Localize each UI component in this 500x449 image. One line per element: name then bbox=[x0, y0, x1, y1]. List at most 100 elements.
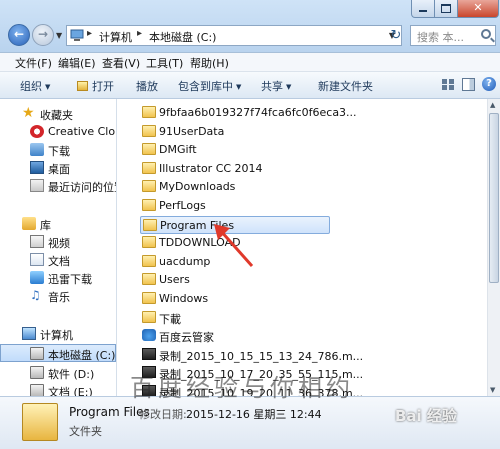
video-library-icon bbox=[30, 235, 44, 248]
open-button[interactable]: 打开 bbox=[77, 78, 114, 94]
menu-bar: 文件(F) 编辑(E) 查看(V) 工具(T) 帮助(H) bbox=[0, 53, 500, 72]
menu-help[interactable]: 帮助(H) bbox=[190, 55, 229, 71]
file-row[interactable]: Illustrator CC 2014 bbox=[140, 160, 330, 178]
file-name: Illustrator CC 2014 bbox=[159, 161, 263, 175]
file-row[interactable]: MyDownloads bbox=[140, 178, 330, 196]
folder-icon bbox=[142, 143, 156, 156]
drive-icon bbox=[30, 384, 44, 396]
nav-label: Creative Cloud bbox=[48, 125, 116, 138]
breadcrumb-drive-c[interactable]: 本地磁盘 (C:) bbox=[149, 29, 216, 45]
folder-open-icon bbox=[77, 81, 88, 91]
menu-file[interactable]: 文件(F) bbox=[15, 55, 52, 71]
file-row[interactable]: 91UserData bbox=[140, 123, 330, 141]
file-name: Windows bbox=[159, 292, 209, 305]
breadcrumb-computer[interactable]: 计算机 bbox=[99, 29, 132, 45]
folder-icon bbox=[142, 199, 156, 211]
nav-drive-c[interactable]: 本地磁盘 (C:) bbox=[0, 344, 116, 362]
file-row[interactable]: 录制_2015_10_15_15_13_24_786.m... bbox=[140, 346, 363, 364]
desktop-icon bbox=[30, 161, 44, 174]
nav-creative-cloud[interactable]: Creative Cloud bbox=[0, 123, 116, 141]
annotation-arrow bbox=[214, 224, 254, 267]
file-name: MyDownloads bbox=[159, 180, 236, 194]
vertical-scrollbar[interactable]: ▲ ▼ bbox=[487, 99, 500, 396]
nav-label: 最近访问的位置 bbox=[48, 181, 116, 194]
search-placeholder[interactable]: 搜索 本... bbox=[417, 29, 464, 45]
view-options-icon[interactable] bbox=[441, 78, 455, 91]
large-folder-icon bbox=[22, 403, 58, 441]
library-icon bbox=[22, 217, 36, 230]
documents-library-icon bbox=[30, 253, 44, 266]
nav-label: 计算机 bbox=[40, 329, 73, 342]
back-button[interactable]: ← bbox=[8, 24, 30, 46]
search-box[interactable]: 搜索 本... bbox=[410, 25, 496, 46]
scroll-up-icon[interactable]: ▲ bbox=[490, 101, 495, 109]
new-folder-label: 新建文件夹 bbox=[318, 80, 373, 93]
nav-computer[interactable]: 计算机 bbox=[0, 325, 116, 343]
forward-button[interactable]: → bbox=[32, 24, 54, 46]
details-modified-label: 修改日期: bbox=[139, 408, 187, 421]
file-row[interactable]: Users bbox=[140, 271, 330, 289]
nav-documents[interactable]: 文档 bbox=[0, 251, 116, 269]
nav-downloads[interactable]: 下载 bbox=[0, 141, 116, 159]
search-icon[interactable] bbox=[481, 29, 491, 39]
recent-pages-dropdown[interactable]: ▼ bbox=[56, 31, 62, 40]
play-button[interactable]: 播放 bbox=[136, 78, 158, 94]
navigation-pane: ★ 收藏夹 Creative Cloud 下载 桌面 最近访问的位置 库 视频 bbox=[0, 99, 117, 396]
nav-videos[interactable]: 视频 bbox=[0, 233, 116, 251]
file-name: PerfLogs bbox=[159, 199, 206, 212]
file-row[interactable]: DMGift bbox=[140, 141, 330, 159]
address-bar[interactable]: ▸ 计算机 ▸ 本地磁盘 (C:) ▼ bbox=[66, 25, 402, 46]
menu-edit[interactable]: 编辑(E) bbox=[58, 55, 96, 71]
scroll-down-icon[interactable]: ▼ bbox=[490, 386, 495, 394]
nav-label: 文档 bbox=[48, 255, 70, 268]
include-in-library-button[interactable]: 包含到库中 ▼ bbox=[178, 78, 241, 94]
nav-recent-places[interactable]: 最近访问的位置 bbox=[0, 177, 116, 195]
breadcrumb-separator[interactable]: ▸ bbox=[87, 28, 92, 39]
organize-label: 组织 bbox=[20, 80, 42, 93]
file-row[interactable]: 9fbfaa6b019327f74fca6fc0f6eca3... bbox=[140, 104, 357, 122]
file-row[interactable]: PerfLogs bbox=[140, 197, 330, 215]
command-bar: 组织 ▼ 打开 播放 包含到库中 ▼ 共享 ▼ 新建文件夹 bbox=[0, 72, 500, 99]
file-name: 下載 bbox=[159, 312, 181, 326]
breadcrumb-separator[interactable]: ▸ bbox=[137, 28, 142, 39]
play-label: 播放 bbox=[136, 80, 158, 93]
nav-label: 桌面 bbox=[48, 163, 70, 176]
nav-drive-d[interactable]: 软件 (D:) bbox=[0, 364, 116, 382]
star-icon: ★ bbox=[22, 105, 35, 121]
file-row[interactable]: 下載 bbox=[140, 309, 330, 327]
menu-tools[interactable]: 工具(T) bbox=[146, 55, 183, 71]
details-type: 文件夹 bbox=[69, 425, 102, 438]
details-modified-value: 2015-12-16 星期三 12:44 bbox=[186, 408, 322, 421]
nav-drive-e[interactable]: 文档 (E:) bbox=[0, 382, 116, 396]
nav-libraries[interactable]: 库 bbox=[0, 215, 116, 233]
file-name: 录制_2015_10_15_15_13_24_786.m... bbox=[159, 349, 364, 363]
nav-favorites[interactable]: ★ 收藏夹 bbox=[0, 105, 116, 123]
nav-music[interactable]: ♫ 音乐 bbox=[0, 287, 116, 305]
refresh-icon[interactable]: ↻ bbox=[388, 27, 404, 44]
file-name: Users bbox=[159, 273, 190, 287]
minimize-button[interactable] bbox=[411, 0, 435, 18]
file-list: 9fbfaa6b019327f74fca6fc0f6eca3... 91UserD… bbox=[117, 99, 487, 396]
preview-pane-icon[interactable] bbox=[462, 78, 475, 91]
scrollbar-thumb[interactable] bbox=[489, 113, 499, 283]
watermark-logo: Bai 经验 bbox=[395, 407, 457, 425]
nav-label: 下载 bbox=[48, 145, 70, 158]
file-row[interactable]: 百度云管家 bbox=[140, 327, 330, 345]
xunlei-icon bbox=[30, 271, 44, 284]
file-row[interactable]: Windows bbox=[140, 290, 330, 308]
new-folder-button[interactable]: 新建文件夹 bbox=[318, 78, 373, 94]
nav-xunlei-downloads[interactable]: 迅雷下载 bbox=[0, 269, 116, 287]
file-name: DMGift bbox=[159, 143, 197, 157]
folder-icon bbox=[142, 254, 156, 267]
menu-view[interactable]: 查看(V) bbox=[102, 55, 140, 71]
file-name: 9fbfaa6b019327f74fca6fc0f6eca3... bbox=[159, 106, 357, 119]
share-button[interactable]: 共享 ▼ bbox=[261, 78, 291, 94]
maximize-button[interactable] bbox=[434, 0, 458, 18]
nav-desktop[interactable]: 桌面 bbox=[0, 159, 116, 177]
organize-button[interactable]: 组织 ▼ bbox=[20, 78, 50, 94]
help-icon[interactable]: ? bbox=[482, 77, 496, 91]
close-button[interactable]: ✕ bbox=[457, 0, 499, 18]
folder-icon bbox=[142, 310, 156, 323]
file-name: uacdump bbox=[159, 254, 211, 268]
explorer-window: ✕ ← → ▼ ▸ 计算机 ▸ 本地磁盘 (C:) ▼ ↻ 搜索 本... 文件… bbox=[0, 0, 500, 449]
